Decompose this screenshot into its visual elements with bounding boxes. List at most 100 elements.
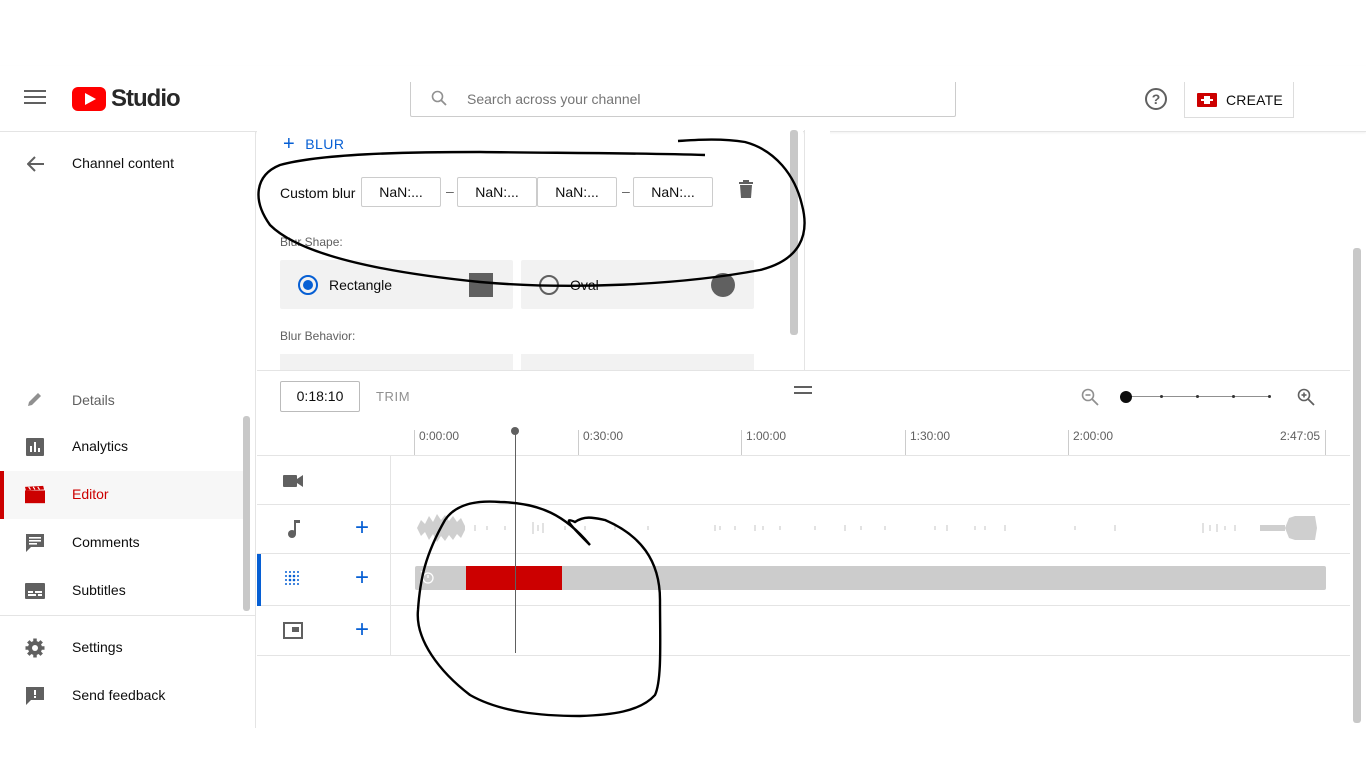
panel-divider [257,370,1350,371]
blur-segment[interactable] [466,566,562,590]
audio-waveform [417,514,1317,542]
ruler-label: 2:00:00 [1073,429,1114,443]
add-blur-button[interactable]: + BLUR [283,133,345,155]
youtube-studio-logo[interactable]: Studio [72,85,181,112]
add-end-screen-button[interactable]: + [355,618,369,642]
search-icon [431,90,447,106]
blur-timer-icon [420,570,434,584]
sidebar-item-comments[interactable]: Comments [0,519,245,567]
analytics-icon [26,438,44,456]
active-track-indicator [257,554,261,606]
ruler-label: 1:00:00 [746,429,787,443]
feedback-icon [26,687,44,705]
help-icon[interactable]: ? [1145,88,1167,110]
sidebar-item-editor[interactable]: Editor [0,471,245,519]
sidebar-item-label: Subtitles [72,582,126,598]
back-to-channel-content[interactable]: Channel content [0,144,255,184]
add-blur-track-button[interactable]: + [355,566,369,590]
radio-checked-icon[interactable] [298,275,318,295]
add-audio-button[interactable]: + [355,516,369,540]
oval-shape-icon [711,273,735,297]
sidebar-item-subtitles[interactable]: Subtitles [0,567,245,615]
track-header: + [257,505,391,553]
time-range-dash: – [446,183,454,199]
editor-icon [25,485,45,504]
ruler-tick [578,430,579,456]
resize-handle-icon[interactable] [794,386,812,394]
sidebar-item-label: Settings [72,639,123,655]
blur-start-time-field-2[interactable]: NaN:... [537,177,617,207]
time-range-dash: – [622,183,630,199]
search-box[interactable] [410,82,956,117]
panel-scrollbar[interactable] [790,130,798,335]
ruler-label: 0:30:00 [583,429,624,443]
trash-icon[interactable] [739,180,753,198]
plus-icon: + [283,133,296,155]
sidebar-item-label: Editor [72,486,109,502]
ruler-tick [414,430,415,456]
ruler-label: 0:00:00 [419,429,460,443]
custom-blur-label: Custom blur [280,185,356,201]
logo-text: Studio [111,85,181,112]
sidebar-divider [0,615,255,616]
arrow-left-icon [27,156,44,172]
hamburger-menu-icon[interactable] [24,90,46,108]
sidebar-item-label: Details [72,392,115,408]
sidebar-item-details[interactable]: Details [0,375,245,423]
shape-option-label: Rectangle [329,277,393,293]
zoom-in-icon[interactable] [1297,388,1315,406]
sidebar-item-label: Analytics [72,438,129,454]
blur-start-time-field[interactable]: NaN:... [361,177,441,207]
zoom-slider-tick [1268,395,1271,398]
video-track [257,456,1350,505]
playhead-line[interactable] [515,433,516,653]
blur-end-time-field-2[interactable]: NaN:... [633,177,713,207]
sidebar-item-analytics[interactable]: Analytics [0,423,245,471]
radio-unchecked-icon[interactable] [539,275,559,295]
sidebar: Channel content Details Analytics Editor… [0,132,256,728]
sidebar-scrollbar[interactable] [243,416,250,611]
subtitles-icon [25,583,45,599]
track-header: + [257,606,391,655]
sidebar-item-label: Comments [72,534,140,550]
page-scrollbar[interactable] [1353,248,1361,723]
create-label: CREATE [1226,91,1283,108]
blur-settings-panel: + BLUR Custom blur NaN:... – NaN:... NaN… [257,130,803,370]
rectangle-shape-icon [469,273,493,297]
add-blur-label: BLUR [305,136,345,152]
sidebar-item-send-feedback[interactable]: Send feedback [0,672,245,720]
video-camera-icon [283,475,303,487]
create-video-icon [1197,92,1217,107]
current-time-field[interactable]: 0:18:10 [280,381,360,412]
zoom-slider-tick [1232,395,1235,398]
search-input[interactable] [467,82,937,115]
blur-behavior-option[interactable] [280,354,513,370]
youtube-play-logo-icon [72,87,106,111]
pencil-icon [28,393,41,406]
zoom-slider-tick [1160,395,1163,398]
blur-end-time-field[interactable]: NaN:... [457,177,537,207]
end-screen-icon [283,622,303,639]
ruler-tick [1068,430,1069,456]
ruler-label: 1:30:00 [910,429,951,443]
blur-shape-rectangle-option[interactable]: Rectangle [280,260,513,309]
zoom-slider-knob[interactable] [1120,391,1132,403]
zoom-out-icon[interactable] [1081,388,1099,406]
sidebar-item-settings[interactable]: Settings [0,624,245,672]
back-label: Channel content [72,155,174,171]
track-header [257,456,391,504]
create-button[interactable]: CREATE [1184,82,1294,118]
zoom-slider-tick [1196,395,1199,398]
preview-area-border [804,130,830,370]
ruler-tick [905,430,906,456]
blur-shape-oval-option[interactable]: Oval [521,260,754,309]
end-screen-track: + [257,606,1350,656]
music-note-icon [288,520,300,538]
trim-button[interactable]: TRIM [376,389,410,404]
ruler-label: 2:47:05 [1280,429,1321,443]
blur-grid-icon [285,571,299,585]
ruler-tick [741,430,742,456]
ruler-tick [1325,430,1326,456]
comments-icon [26,534,44,552]
blur-behavior-option[interactable] [521,354,754,370]
